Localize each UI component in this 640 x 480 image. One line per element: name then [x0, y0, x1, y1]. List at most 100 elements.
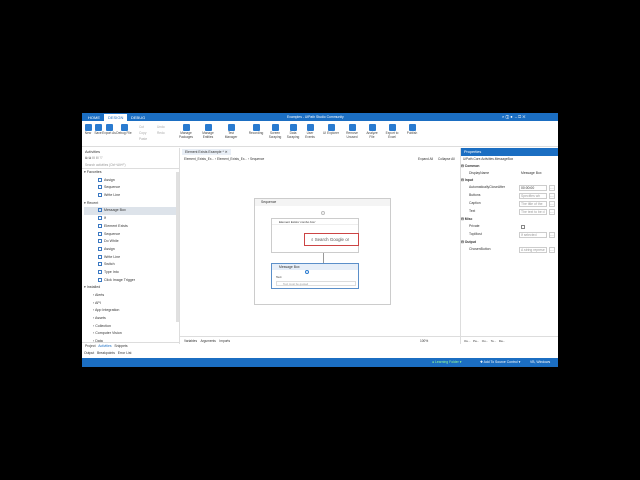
document-tab[interactable]: Element Exists Example * ✕ — [182, 149, 231, 155]
tree-item[interactable]: › Computer Vision — [84, 330, 179, 338]
window-controls[interactable]: ⌕ ⓘ ● – ▢ ✕ — [502, 113, 525, 121]
ellipsis-button[interactable]: … — [549, 200, 555, 207]
tree-item[interactable]: Message Box — [84, 207, 179, 216]
tab-design[interactable]: DESIGN — [104, 114, 128, 121]
tree-group-favorites[interactable]: ▾ Favorites — [84, 169, 179, 177]
message-box-activity[interactable]: Message Box Text Text must be quoted — [271, 263, 359, 289]
export-excel-button[interactable]: Export to Excel — [384, 124, 400, 139]
activities-toolbar[interactable]: ⧉ ⧉ ▤ ▤ ▽ — [82, 156, 179, 163]
undo-button[interactable]: Undo — [157, 125, 165, 129]
collapse-all-link[interactable]: Collapse All — [438, 157, 455, 161]
tree-item[interactable]: Element Exists — [84, 223, 179, 231]
ui-explorer-button[interactable]: UI Explorer — [323, 124, 339, 136]
property-row: AutomaticallyCloseAfter 00:00:00… — [469, 184, 555, 191]
expand-all-link[interactable]: Expand All — [418, 157, 433, 161]
tree-item[interactable]: Switch — [84, 261, 179, 269]
private-checkbox[interactable] — [521, 225, 525, 229]
source-control-button[interactable]: ✚ Add To Source Control ▾ — [480, 358, 520, 367]
remove-unused-button[interactable]: Remove Unused — [344, 124, 360, 139]
tab-home[interactable]: HOME — [84, 114, 104, 121]
tab-snippets[interactable]: Snippets — [114, 344, 127, 348]
panel-tab[interactable]: Te... — [491, 339, 497, 343]
user-events-button[interactable]: User Events — [302, 124, 318, 139]
copy-button[interactable]: Copy — [139, 131, 146, 135]
text-input[interactable]: Text must be quoted — [276, 281, 356, 286]
tab-project[interactable]: Project — [85, 344, 96, 348]
designer-bottom-bar: Variables Arguments Imports 100% — [180, 336, 460, 344]
tree-item[interactable]: Write Line — [84, 192, 179, 200]
analyze-file-button[interactable]: Analyze File — [364, 124, 380, 139]
tab-error-list[interactable]: Error List — [118, 351, 132, 355]
ellipsis-button[interactable]: … — [549, 184, 555, 191]
tree-item[interactable]: › Assets — [84, 315, 179, 323]
zoom-level[interactable]: 100% — [420, 337, 428, 345]
ellipsis-button[interactable]: … — [549, 192, 555, 199]
property-dropdown[interactable]: Specifies wh — [519, 192, 547, 199]
explorer-icon — [327, 124, 335, 131]
breadcrumb-item[interactable]: Element_Exists_Ex... — [217, 157, 247, 161]
ellipsis-button[interactable]: … — [549, 208, 555, 215]
breadcrumb-item[interactable]: Sequence — [250, 157, 264, 161]
analyze-icon — [368, 124, 376, 131]
tab-debug[interactable]: DEBUG — [127, 114, 149, 121]
activities-scrollbar[interactable] — [176, 172, 179, 322]
tree-item[interactable]: Do While — [84, 238, 179, 246]
panel-tab[interactable]: Ou... — [482, 339, 489, 343]
tree-item[interactable]: Assign — [84, 177, 179, 185]
tab-breakpoints[interactable]: Breakpoints — [97, 351, 115, 355]
tree-item[interactable]: If — [84, 215, 179, 223]
debug-button[interactable]: Debug File — [116, 124, 132, 136]
excel-icon — [388, 124, 396, 131]
tree-group-recent[interactable]: ▾ Recent — [84, 200, 179, 208]
manage-entities-button[interactable]: Manage Entities — [200, 124, 216, 139]
screen-scraping-button[interactable]: Screen Scraping — [267, 124, 283, 139]
tree-group-installed[interactable]: ▾ Installed — [84, 284, 179, 292]
property-input[interactable]: The title of the — [519, 200, 547, 207]
tree-item[interactable]: Assign — [84, 246, 179, 254]
right-bottom-tabs: Ou... Pa... Ou... Te... Da... — [461, 336, 558, 344]
property-input[interactable]: The text to be d — [519, 208, 547, 215]
tree-item[interactable]: Type Into — [84, 269, 179, 277]
property-input[interactable]: A string represe — [519, 246, 547, 253]
publish-button[interactable]: Publish — [404, 124, 420, 136]
tree-item[interactable]: Sequence — [84, 231, 179, 239]
tree-item[interactable]: Write Line — [84, 254, 179, 262]
property-input[interactable]: 00:00:00 — [519, 184, 547, 191]
topmost-dropdown[interactable]: If selected — [519, 231, 547, 238]
element-exists-activity[interactable]: Element Exists 'combo box' ⌕ Search Goog… — [271, 218, 359, 253]
tree-item[interactable]: Sequence — [84, 184, 179, 192]
tree-item[interactable]: › App Integration — [84, 307, 179, 315]
text-label: Text — [276, 275, 282, 279]
recording-button[interactable]: Recording — [248, 124, 264, 136]
tab-imports[interactable]: Imports — [219, 339, 230, 343]
flask-icon — [227, 124, 235, 131]
sequence-activity[interactable]: Sequence Element Exists 'combo box' ⌕ Se… — [254, 198, 391, 305]
tab-output[interactable]: Output — [84, 351, 94, 355]
redo-button[interactable]: Redo — [157, 131, 165, 135]
sequence-header: Sequence — [255, 199, 390, 206]
export-button[interactable]: Export As — [101, 124, 117, 136]
uipath-studio-window: HOME DESIGN DEBUG Examples - UiPath Stud… — [82, 113, 558, 367]
tab-variables[interactable]: Variables — [184, 339, 197, 343]
data-scraping-button[interactable]: Data Scraping — [285, 124, 301, 139]
folder-selector[interactable]: ● Learning Folder ▾ — [432, 358, 461, 367]
tree-item[interactable]: › API — [84, 300, 179, 308]
tree-item[interactable]: Click Image Trigger — [84, 277, 179, 285]
panel-tab[interactable]: Pa... — [473, 339, 479, 343]
left-bottom-tabs: Project Activities Snippets — [82, 342, 180, 349]
tab-arguments[interactable]: Arguments — [200, 339, 215, 343]
paste-button[interactable]: Paste — [139, 137, 147, 141]
manage-packages-button[interactable]: Manage Packages — [178, 124, 194, 139]
tab-activities[interactable]: Activities — [98, 344, 111, 348]
panel-tab[interactable]: Ou... — [464, 339, 471, 343]
tree-item[interactable]: › Collection — [84, 323, 179, 331]
add-activity-icon[interactable] — [321, 211, 325, 215]
cut-button[interactable]: Cut — [139, 125, 144, 129]
ellipsis-button[interactable]: … — [549, 231, 555, 238]
breadcrumb-item[interactable]: Element_Exists_Ex... — [184, 157, 214, 161]
tree-item[interactable]: › Alerts — [84, 292, 179, 300]
ellipsis-button[interactable]: … — [549, 246, 555, 253]
test-manager-button[interactable]: Test Manager — [223, 124, 239, 139]
panel-tab[interactable]: Da... — [499, 339, 505, 343]
events-icon — [306, 124, 314, 131]
